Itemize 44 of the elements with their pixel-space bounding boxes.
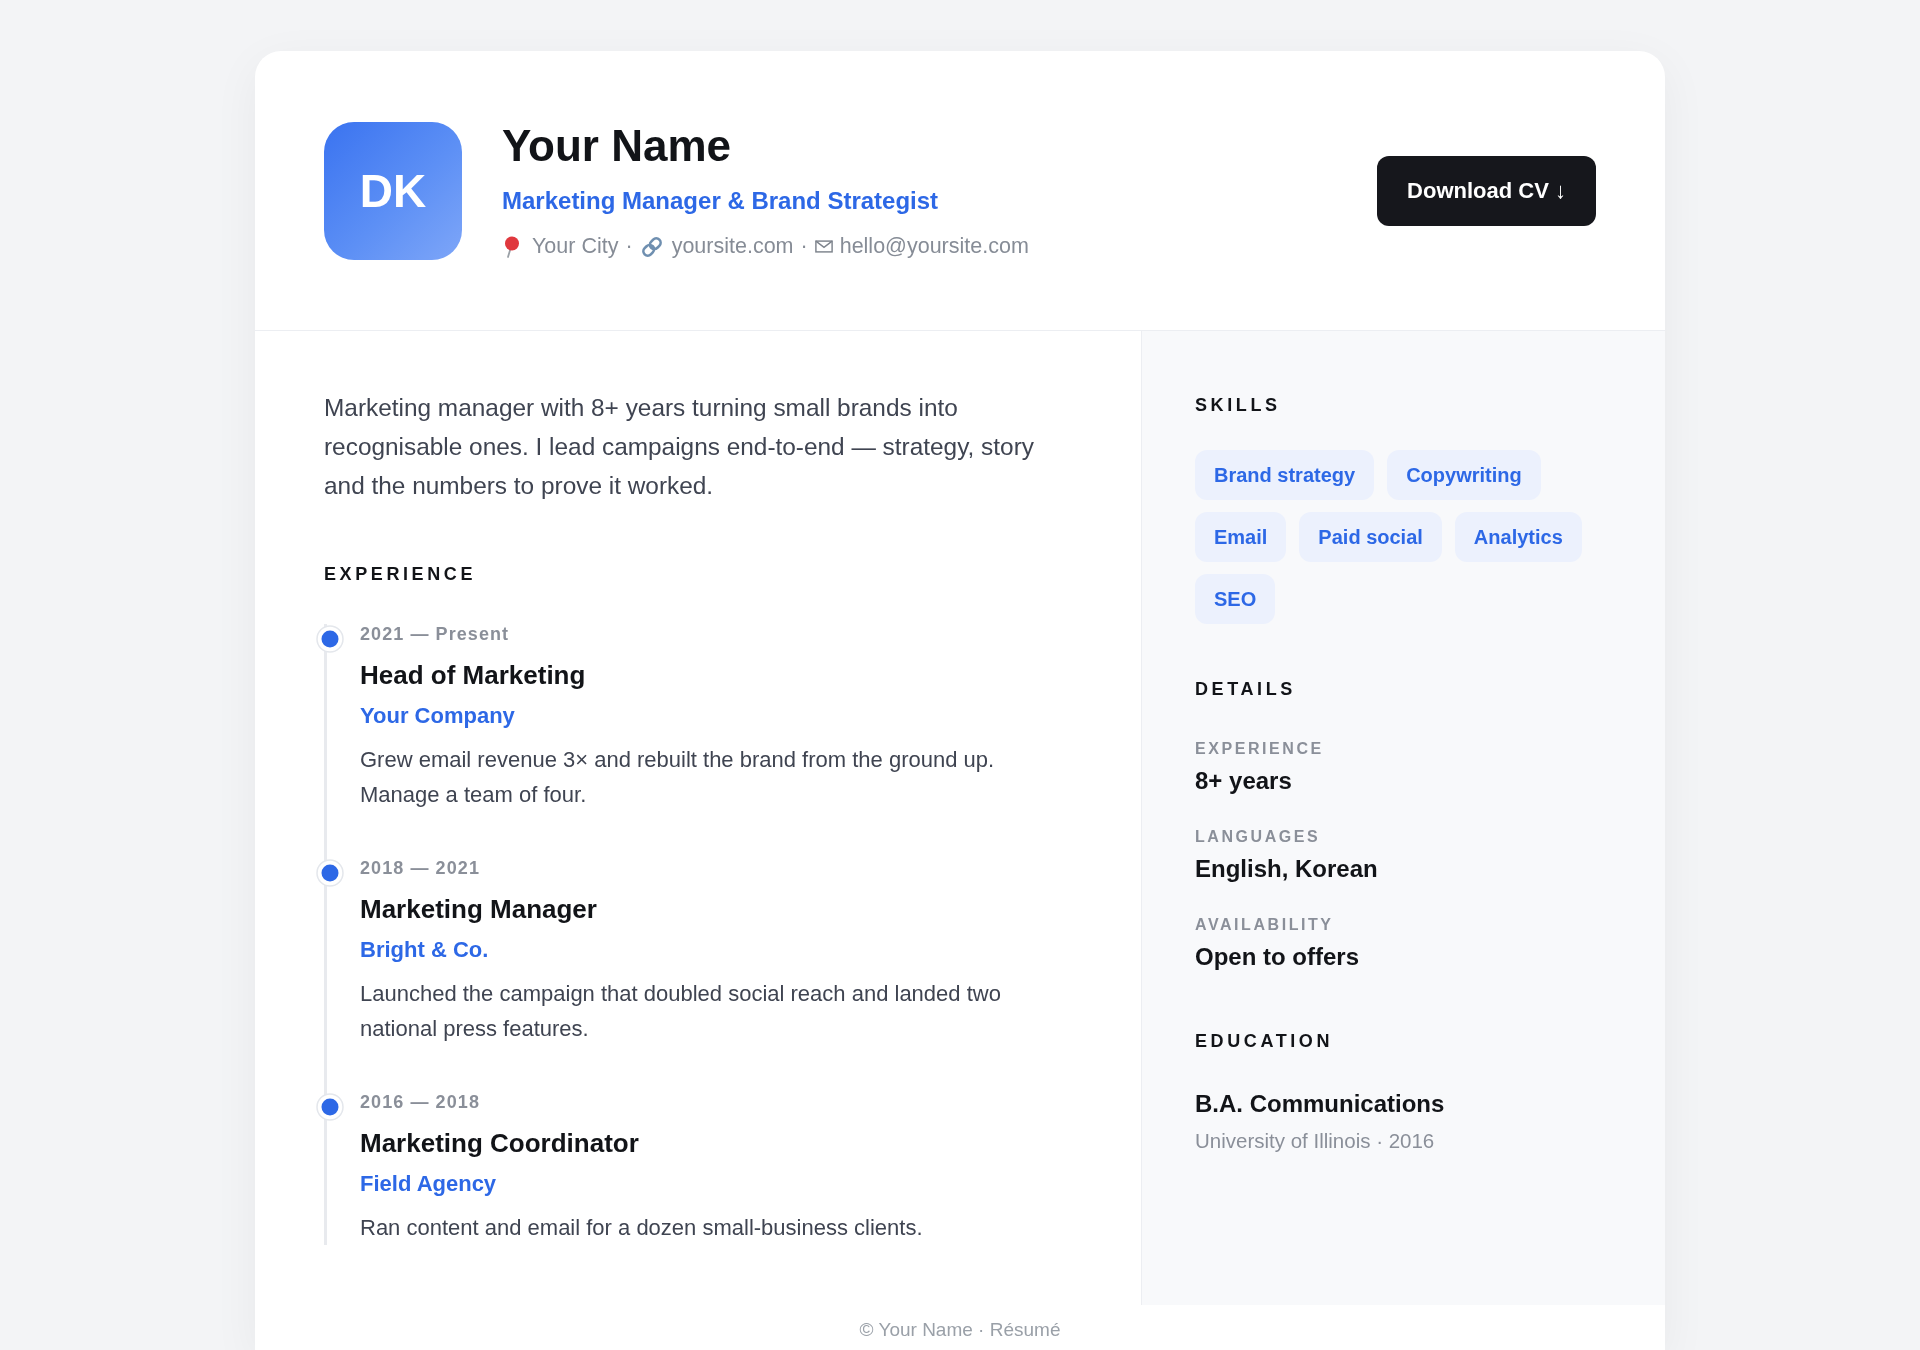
detail-label: AVAILABILITY <box>1195 915 1334 934</box>
school-text: University of Illinois · 2016 <box>1195 1129 1435 1153</box>
job-dates: 2016 — 2018 <box>360 1092 480 1113</box>
section-heading: EXPERIENCE <box>324 564 477 585</box>
detail-label: EXPERIENCE <box>1195 739 1324 758</box>
detail-value: 8+ years <box>1195 767 1292 795</box>
skill-tag: Analytics <box>1454 512 1582 562</box>
job-description: Launched the campaign that doubled social reach and landed two national press features. <box>360 980 1002 1043</box>
job-dates: 2018 — 2021 <box>360 858 480 879</box>
download-cv-button[interactable]: Download CV ↓ <box>1377 155 1596 226</box>
section-heading: EDUCATION <box>1195 1031 1334 1052</box>
person-name: Your Name <box>502 121 732 171</box>
chain-link-icon <box>639 234 664 259</box>
pin-icon <box>502 235 520 258</box>
location-text: Your City <box>532 233 619 260</box>
contact-separator: · <box>625 233 633 260</box>
job-headline: Marketing Manager & Brand Strategist <box>502 186 939 216</box>
section-heading: DETAILS <box>1195 679 1296 700</box>
company-name: Your Company <box>360 703 515 729</box>
skill-tag: Email <box>1195 512 1287 562</box>
skill-tag: Copywriting <box>1387 450 1541 500</box>
detail-label: LANGUAGES <box>1195 827 1321 846</box>
job-dates: 2021 — Present <box>360 624 510 645</box>
job-description: Grew email revenue 3× and rebuilt the brand from the ground up. Manage a team of four. <box>360 746 996 809</box>
avatar-monogram: DK <box>324 121 462 260</box>
skill-tag: Paid social <box>1299 512 1442 562</box>
website-text: yoursite.com <box>671 233 794 260</box>
section-heading: SKILLS <box>1195 395 1281 416</box>
job-description: Ran content and email for a dozen small-business clients. <box>360 1214 924 1242</box>
email-text: hello@yoursite.com <box>839 233 1029 260</box>
footer-text: © Your Name · Résumé <box>859 1319 1061 1340</box>
skill-tag: SEO <box>1195 574 1276 624</box>
job-title: Marketing Coordinator <box>360 1128 639 1158</box>
skill-tag: Brand strategy <box>1195 450 1375 500</box>
job-title: Head of Marketing <box>360 660 586 690</box>
contact-separator: · <box>800 233 808 260</box>
detail-value: Open to offers <box>1195 943 1359 971</box>
summary-paragraph: Marketing manager with 8+ years turning small brands into recognisable ones. I lead campaigns end-to-end — strategy, story and the numbers to prove it worked. <box>324 393 1035 501</box>
job-title: Marketing Manager <box>360 894 597 924</box>
company-name: Field Agency <box>360 1171 497 1197</box>
detail-value: English, Korean <box>1195 855 1378 883</box>
company-name: Bright & Co. <box>360 937 489 963</box>
degree-title: B.A. Communications <box>1195 1090 1445 1118</box>
envelope-icon <box>814 240 833 253</box>
